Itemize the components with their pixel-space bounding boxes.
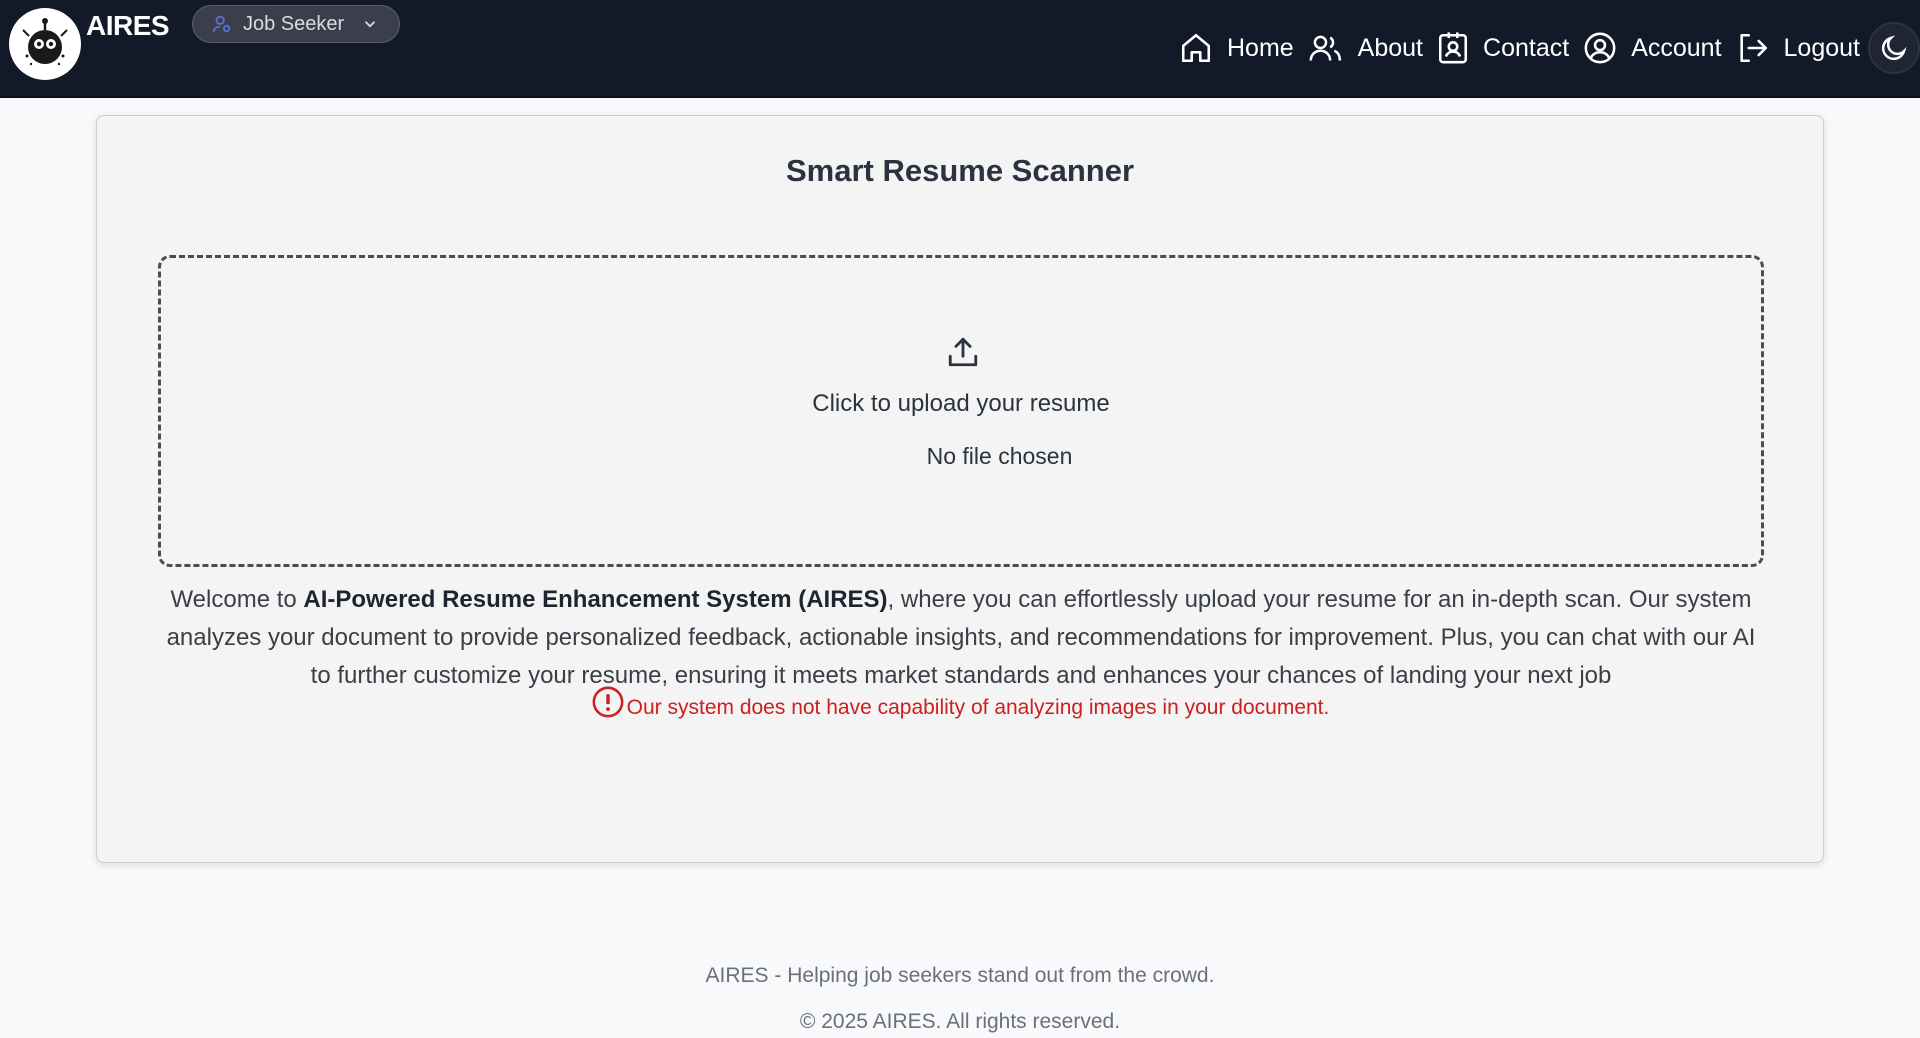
- robot-logo-icon: [17, 16, 73, 72]
- brand-name[interactable]: AIRES: [86, 10, 170, 42]
- nav-logout[interactable]: Logout: [1736, 31, 1860, 65]
- upload-icon: [948, 337, 978, 367]
- nav-account-label: Account: [1631, 33, 1722, 62]
- nav-about[interactable]: About: [1308, 31, 1423, 65]
- nav-home-label: Home: [1226, 33, 1294, 62]
- footer-tagline: AIRES - Helping job seekers stand out fr…: [705, 964, 1215, 987]
- role-selector[interactable]: Job Seeker: [192, 5, 400, 43]
- top-navbar: AIRES Job Seeker Home About Contact Acco…: [0, 0, 1920, 98]
- warning-text: Our system does not have capability of a…: [626, 696, 1330, 719]
- logout-icon: [1739, 33, 1767, 63]
- page-title: Smart Resume Scanner: [785, 153, 1135, 188]
- users-icon: [1309, 35, 1341, 61]
- system-name: AI-Powered Resume Enhancement System (AI…: [303, 586, 888, 613]
- theme-toggle-button[interactable]: [1868, 22, 1920, 74]
- nav-contact-label: Contact: [1483, 33, 1570, 62]
- nav-home[interactable]: Home: [1179, 31, 1294, 65]
- alert-circle-icon: [592, 686, 624, 718]
- image-warning: Our system does not have capability of a…: [97, 686, 1823, 720]
- footer-copyright: © 2025 AIRES. All rights reserved.: [799, 1010, 1121, 1033]
- nav-about-label: About: [1357, 33, 1424, 62]
- contact-card-icon: [1438, 32, 1468, 64]
- welcome-prefix: Welcome to: [170, 586, 304, 613]
- user-circle-icon: [1584, 32, 1616, 64]
- nav-account[interactable]: Account: [1583, 31, 1722, 65]
- nav-contact[interactable]: Contact: [1437, 31, 1569, 65]
- brand-logo[interactable]: [9, 8, 81, 80]
- resume-scanner-card: Smart Resume Scanner Click to upload you…: [96, 115, 1824, 863]
- nav-links: Home About Contact Account Logout: [1179, 28, 1860, 68]
- upload-label: Click to upload your resume: [812, 390, 1110, 417]
- chevron-down-icon: [364, 21, 376, 28]
- user-icon: [212, 15, 231, 33]
- nav-logout-label: Logout: [1783, 33, 1860, 62]
- home-icon: [1181, 33, 1211, 63]
- file-status: No file chosen: [926, 443, 1073, 469]
- moon-icon: [1881, 35, 1907, 61]
- resume-upload-dropzone[interactable]: Click to upload your resume No file chos…: [158, 255, 1764, 567]
- role-selector-value: Job Seeker: [243, 12, 345, 35]
- welcome-text: Welcome to AI-Powered Resume Enhancement…: [157, 581, 1765, 695]
